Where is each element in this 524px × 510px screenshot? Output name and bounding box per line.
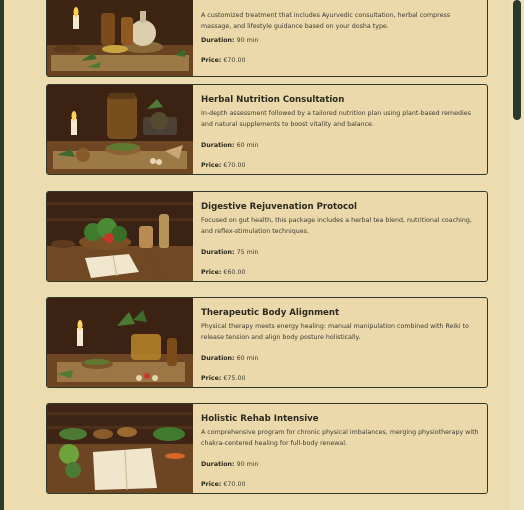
- service-title: Therapeutic Body Alignment: [201, 308, 340, 318]
- duration-label: Duration:: [201, 249, 235, 256]
- services-page: A customized treatment that includes Ayu…: [4, 0, 510, 510]
- service-duration: Duration: 90 min: [201, 461, 258, 468]
- service-card[interactable]: Herbal Nutrition Consultation In-depth a…: [46, 84, 488, 175]
- price-label: Price:: [201, 481, 222, 488]
- duration-label: Duration:: [201, 37, 235, 44]
- service-title: Herbal Nutrition Consultation: [201, 95, 345, 105]
- price-value: €70.00: [223, 481, 246, 488]
- price-label: Price:: [201, 57, 222, 64]
- service-duration: Duration: 75 min: [201, 249, 258, 256]
- service-image-ayurvedic: [47, 0, 193, 76]
- service-description: Physical therapy meets energy healing: m…: [201, 323, 469, 341]
- price-label: Price:: [201, 269, 222, 276]
- service-image-digestive: [47, 192, 193, 281]
- price-label: Price:: [201, 375, 222, 382]
- service-price: Price: €75.00: [201, 375, 245, 382]
- service-info: Digestive Rejuvenation Protocol Focused …: [201, 192, 479, 281]
- service-image-holistic-rehab: [47, 404, 193, 493]
- service-card[interactable]: Digestive Rejuvenation Protocol Focused …: [46, 191, 488, 282]
- service-card[interactable]: Therapeutic Body Alignment Physical ther…: [46, 297, 488, 388]
- duration-value: 60 min: [236, 142, 259, 149]
- service-info: Herbal Nutrition Consultation In-depth a…: [201, 85, 479, 174]
- service-description: A customized treatment that includes Ayu…: [201, 12, 451, 30]
- service-info: Holistic Rehab Intensive A comprehensive…: [201, 404, 479, 493]
- service-description: Focused on gut health, this package incl…: [201, 217, 472, 235]
- service-title: Holistic Rehab Intensive: [201, 414, 319, 424]
- service-duration: Duration: 60 min: [201, 142, 258, 149]
- duration-value: 90 min: [236, 461, 259, 468]
- duration-label: Duration:: [201, 461, 235, 468]
- service-info: Therapeutic Body Alignment Physical ther…: [201, 298, 479, 387]
- service-description: A comprehensive program for chronic phys…: [201, 429, 479, 447]
- service-info: A customized treatment that includes Ayu…: [201, 0, 479, 76]
- service-image-body-alignment: [47, 298, 193, 387]
- scrollbar-thumb[interactable]: [513, 0, 521, 120]
- service-card[interactable]: A customized treatment that includes Ayu…: [46, 0, 488, 77]
- service-price: Price: €60.00: [201, 269, 245, 276]
- service-price: Price: €70.00: [201, 162, 245, 169]
- service-price: Price: €70.00: [201, 57, 245, 64]
- service-description: In-depth assessment followed by a tailor…: [201, 110, 471, 128]
- service-price: Price: €70.00: [201, 481, 245, 488]
- price-value: €70.00: [223, 57, 246, 64]
- price-value: €60.00: [223, 269, 246, 276]
- duration-value: 90 min: [236, 37, 259, 44]
- price-value: €70.00: [223, 162, 246, 169]
- duration-value: 60 min: [236, 355, 259, 362]
- service-title: Digestive Rejuvenation Protocol: [201, 202, 357, 212]
- service-image-herbal-nutrition: [47, 85, 193, 174]
- duration-value: 75 min: [236, 249, 259, 256]
- duration-label: Duration:: [201, 355, 235, 362]
- duration-label: Duration:: [201, 142, 235, 149]
- service-card[interactable]: Holistic Rehab Intensive A comprehensive…: [46, 403, 488, 494]
- price-value: €75.00: [223, 375, 246, 382]
- service-duration: Duration: 60 min: [201, 355, 258, 362]
- price-label: Price:: [201, 162, 222, 169]
- service-duration: Duration: 90 min: [201, 37, 258, 44]
